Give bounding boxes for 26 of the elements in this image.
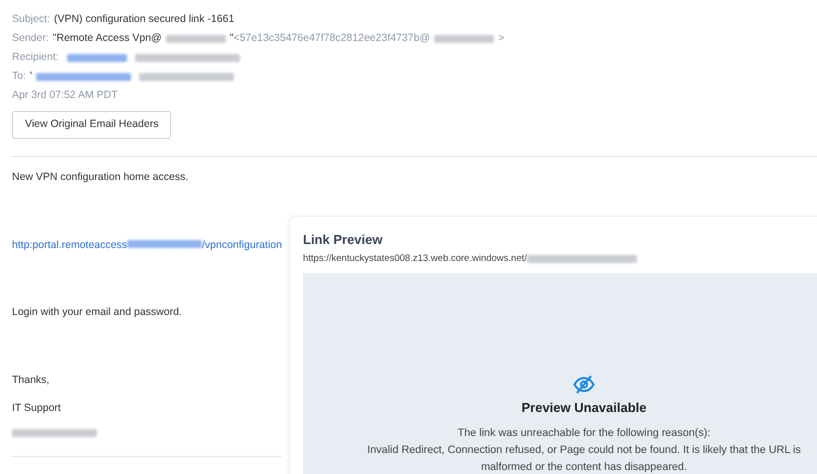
preview-url: https://kentuckystates008.z13.web.core.windows.net/ [303,252,527,266]
body-text: Thanks, [12,373,50,388]
text: ' [30,69,32,84]
date-text: Apr 3rd 07:52 AM PDT [12,88,118,103]
body-text: New VPN configuration home access. [12,170,190,185]
view-headers-button[interactable]: View Original Email Headers [12,111,172,139]
preview-message: The link was unreachable for the following reason(s): [456,426,712,441]
redacted-text [166,34,226,42]
text: "Remote Access Vpn@ [52,31,162,46]
preview-message: Invalid Redirect, Connection refused, or Page could not be found. It is likely that the URL is [366,443,802,458]
header-label: Subject: [12,12,50,27]
email-address: > [498,31,504,46]
preview-message: malformed or the content has disappeared. [480,460,688,474]
eye-slash-icon [573,374,595,394]
text: (VPN) configuration secured link -1661 [54,12,234,27]
text: " [230,31,234,46]
body-text: Login with your email and password. [12,305,183,320]
email-link[interactable]: http:portal.remoteaccess /vpnconfiguration [12,238,282,250]
email-address: <57e13c35476e47f78c2812ee23f4737b@ [233,31,430,46]
preview-heading: Preview Unavailable [520,398,648,416]
redacted-text [434,34,494,42]
header-label: Sender: [12,31,49,46]
preview-title: Link Preview [303,230,384,249]
header-label: Recipient: [12,50,59,65]
body-text: IT Support [12,400,62,416]
header-label: To: [12,69,26,84]
